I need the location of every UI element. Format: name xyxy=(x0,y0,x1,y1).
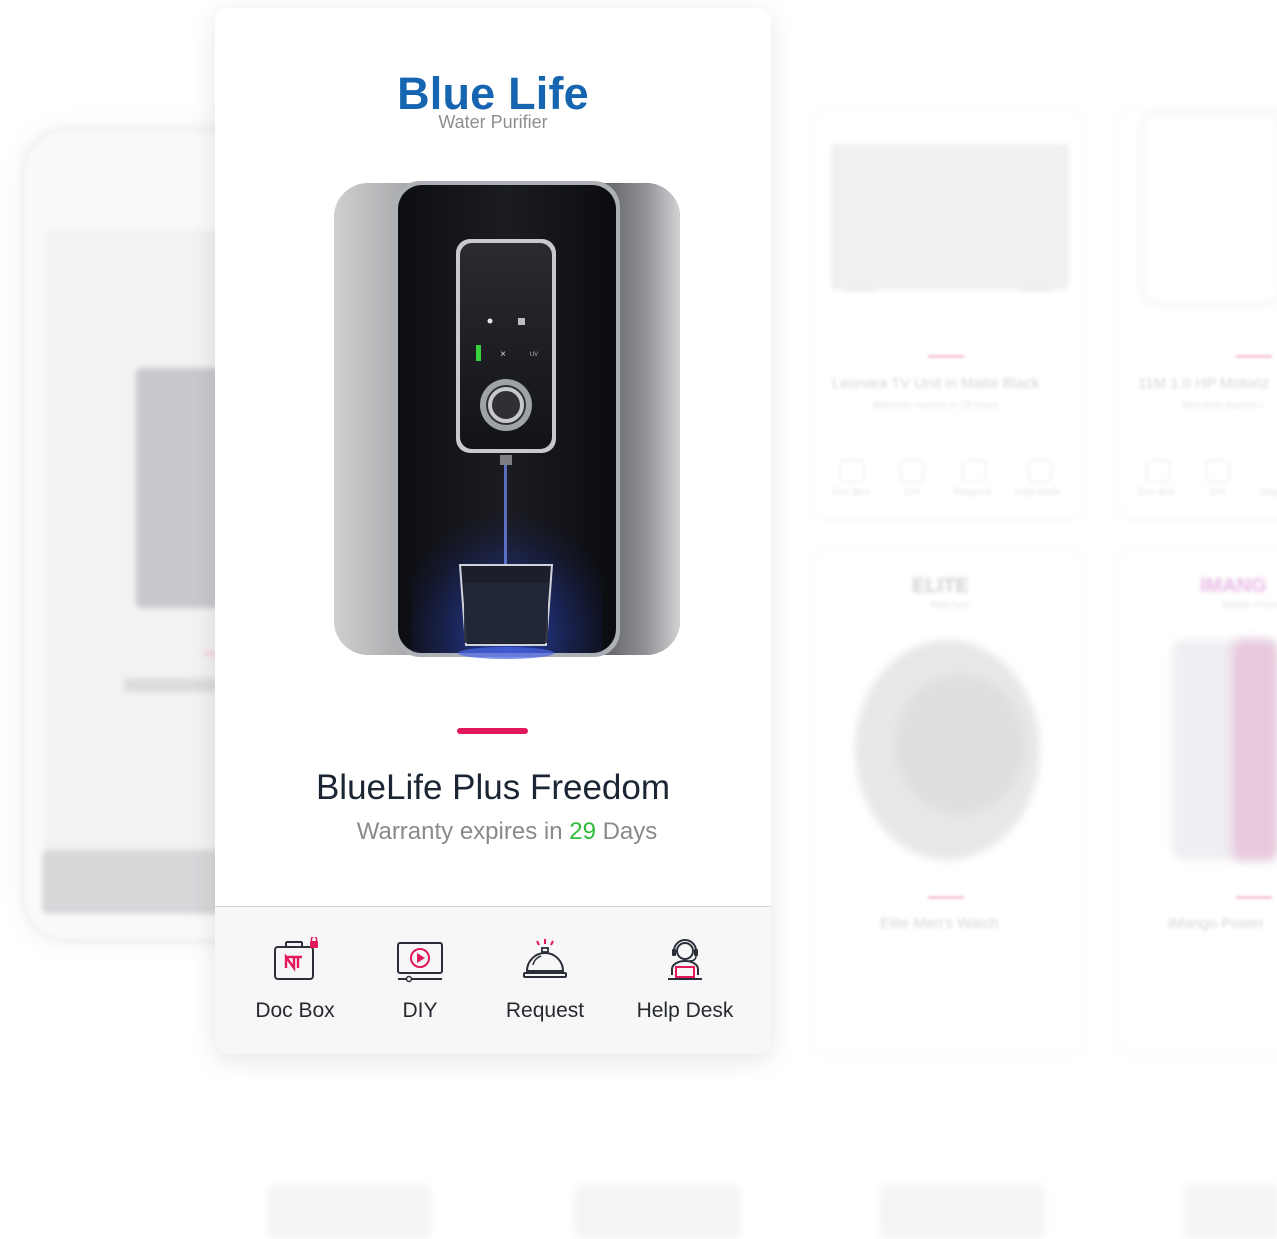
background-card-warranty: Warranty expires in 29 Days xyxy=(872,400,998,411)
water-purifier-image: × UV xyxy=(334,181,680,659)
background-card-title: Leonara TV Unit in Matte Black xyxy=(832,375,1040,392)
warranty-days: 29 xyxy=(569,818,596,845)
warranty-suffix: Days xyxy=(602,818,658,845)
diy-label: DIY xyxy=(402,999,438,1022)
doc-box-icon xyxy=(274,937,318,980)
diy-video-icon xyxy=(397,942,443,983)
help-desk-button[interactable]: Help Desk xyxy=(625,907,745,1054)
svg-text:UV: UV xyxy=(530,352,538,358)
support-agent-icon xyxy=(668,939,702,980)
doc-box-label: Doc Box xyxy=(255,999,335,1022)
action-bar: Doc Box DIY Request Help Desk xyxy=(215,906,771,1054)
product-category: Water Purifier xyxy=(438,112,548,132)
treadmill-image xyxy=(1140,110,1277,306)
product-name: BlueLife Plus Freedom xyxy=(315,768,671,807)
request-label: Request xyxy=(505,999,585,1022)
product-card[interactable]: Blue Life Water Purifier × UV BlueLife P… xyxy=(215,8,771,1054)
service-bell-icon xyxy=(523,939,567,978)
tv-image xyxy=(832,145,1068,289)
warranty-prefix: Warranty expires in xyxy=(356,818,563,845)
accent-divider xyxy=(457,728,528,734)
help-desk-label: Help Desk xyxy=(636,999,734,1022)
svg-text:×: × xyxy=(500,349,506,360)
doc-box-button[interactable]: Doc Box xyxy=(240,907,350,1054)
diy-button[interactable]: DIY xyxy=(365,907,475,1054)
warranty-status: Warranty expires in 29 Days xyxy=(215,818,771,846)
request-button[interactable]: Request xyxy=(490,907,600,1054)
